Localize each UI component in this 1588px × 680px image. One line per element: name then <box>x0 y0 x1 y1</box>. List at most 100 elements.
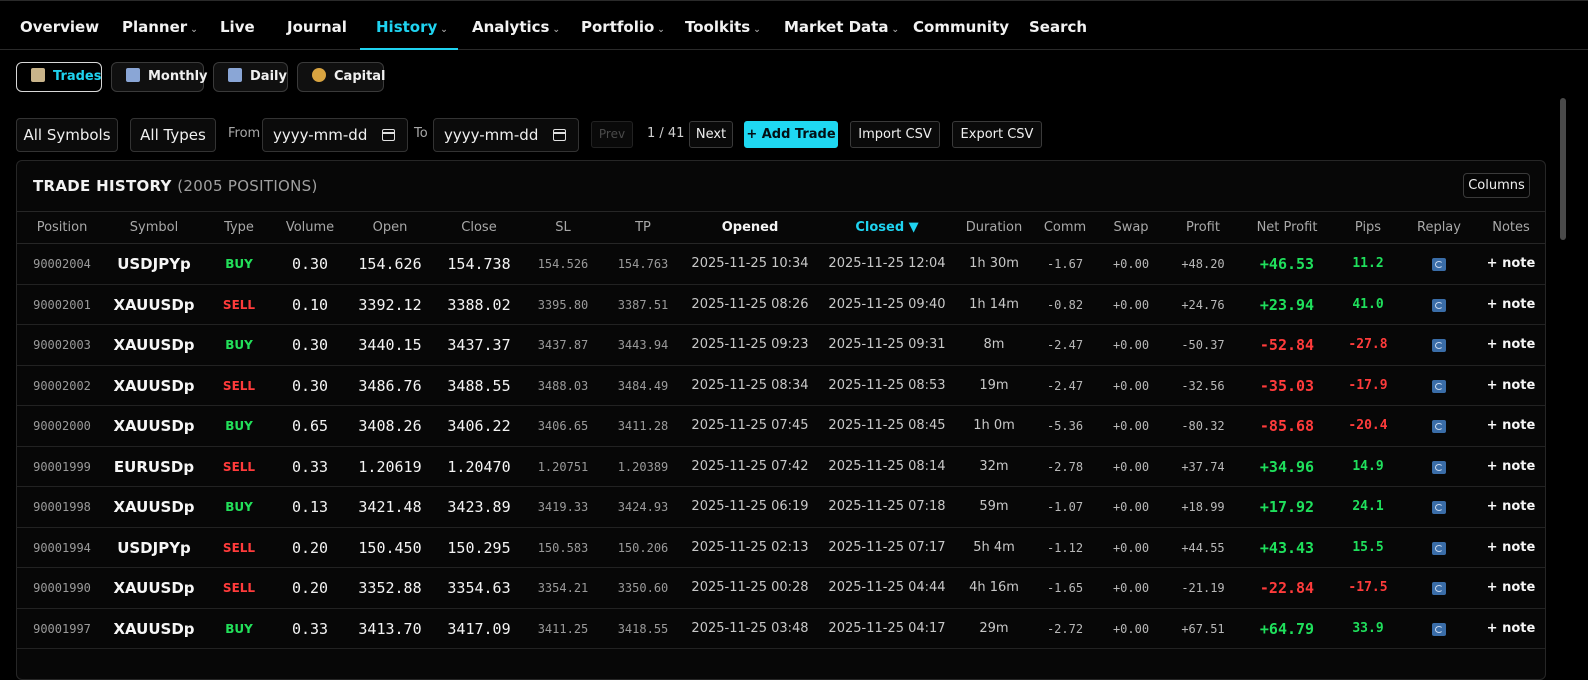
to-date-input[interactable]: yyyy-mm-dd <box>433 118 579 152</box>
add-note-button[interactable]: + note <box>1475 487 1545 527</box>
nav-market-data[interactable]: Market Data ⌄ <box>784 1 899 50</box>
header-net-profit[interactable]: Net Profit <box>1241 212 1333 244</box>
replay-icon[interactable] <box>1432 339 1446 352</box>
header-swap[interactable]: Swap <box>1097 212 1165 244</box>
sl-cell: 3437.87 <box>537 338 589 352</box>
header-symbol[interactable]: Symbol <box>107 212 201 244</box>
net-profit-cell: -22.84 <box>1259 579 1315 597</box>
replay-icon[interactable] <box>1432 582 1446 595</box>
subtab-daily[interactable]: Daily <box>213 62 288 92</box>
opened-cell: 2025-11-25 08:34 <box>691 377 809 393</box>
subtab-monthly[interactable]: Monthly <box>111 62 208 92</box>
header-type[interactable]: Type <box>201 212 277 244</box>
table-row[interactable]: 90002002 XAUUSDp SELL 0.30 3486.76 3488.55 348… <box>17 366 1545 406</box>
replay-icon[interactable] <box>1432 622 1446 636</box>
add-note-button[interactable]: + note <box>1475 244 1545 284</box>
duration-cell: 1h 30m <box>969 256 1019 271</box>
replay-icon[interactable] <box>1432 379 1446 393</box>
nav-journal[interactable]: Journal <box>287 1 347 50</box>
subtab-trades[interactable]: Trades <box>16 62 102 92</box>
opened-cell: 2025-11-25 10:34 <box>691 256 809 271</box>
open-price-cell: 154.626 <box>358 255 422 273</box>
add-note-button[interactable]: + note <box>1475 366 1545 406</box>
symbol-filter[interactable]: All Symbols <box>16 118 118 152</box>
open-price-cell: 3440.15 <box>358 336 422 354</box>
nav-toolkits[interactable]: Toolkits ⌄ <box>685 1 761 50</box>
table-row[interactable]: 90002004 USDJPYp BUY 0.30 154.626 154.738 154.… <box>17 244 1545 285</box>
closed-cell: 2025-11-25 08:14 <box>828 458 946 474</box>
add-note-button[interactable]: + note <box>1475 285 1545 325</box>
replay-icon[interactable] <box>1432 298 1446 312</box>
replay-cell <box>1403 447 1475 487</box>
export-csv-button[interactable]: Export CSV <box>952 121 1042 148</box>
header-position[interactable]: Position <box>17 212 107 244</box>
type-filter[interactable]: All Types <box>130 118 216 152</box>
replay-cell <box>1403 244 1475 284</box>
header-duration[interactable]: Duration <box>955 212 1033 244</box>
header-comm[interactable]: Comm <box>1033 212 1097 244</box>
comm-cell: -1.12 <box>1046 540 1084 555</box>
header-tp[interactable]: TP <box>605 212 681 244</box>
header-opened[interactable]: Opened <box>681 212 819 244</box>
replay-icon[interactable] <box>1432 501 1446 514</box>
columns-button[interactable]: Columns <box>1463 173 1530 198</box>
table-row[interactable]: 90001994 USDJPYp SELL 0.20 150.450 150.295 150… <box>17 528 1545 568</box>
add-note-button[interactable]: + note <box>1475 528 1545 568</box>
calendar-icon[interactable] <box>382 129 395 141</box>
duration-cell: 1h 0m <box>973 418 1015 433</box>
nav-portfolio[interactable]: Portfolio ⌄ <box>581 1 665 50</box>
prev-page-button[interactable]: Prev <box>591 121 633 148</box>
nav-search[interactable]: Search <box>1029 1 1087 50</box>
add-note-button[interactable]: + note <box>1475 568 1545 608</box>
calendar-icon <box>126 68 140 82</box>
add-note-button[interactable]: + note <box>1475 609 1545 649</box>
type-cell: SELL <box>222 378 256 393</box>
replay-icon[interactable] <box>1432 460 1446 474</box>
nav-overview[interactable]: Overview <box>20 1 99 50</box>
replay-icon[interactable] <box>1432 258 1446 271</box>
profit-cell: +67.51 <box>1181 621 1225 636</box>
chevron-down-icon: ⌄ <box>190 25 198 35</box>
position-count: (2005 POSITIONS) <box>177 177 318 195</box>
nav-analytics[interactable]: Analytics ⌄ <box>472 1 560 50</box>
add-note-button[interactable]: + note <box>1475 325 1545 365</box>
nav-history[interactable]: History ⌄ <box>376 1 448 50</box>
header-close[interactable]: Close <box>437 212 521 244</box>
net-profit-cell: +43.43 <box>1259 538 1315 557</box>
import-csv-button[interactable]: Import CSV <box>850 121 940 148</box>
nav-live[interactable]: Live <box>220 1 255 50</box>
swap-cell: +0.00 <box>1112 540 1150 555</box>
nav-planner[interactable]: Planner ⌄ <box>122 1 198 50</box>
duration-cell: 59m <box>979 499 1009 514</box>
add-trade-button[interactable]: + Add Trade <box>744 121 838 148</box>
header-profit[interactable]: Profit <box>1165 212 1241 244</box>
header-sl[interactable]: SL <box>521 212 605 244</box>
from-date-input[interactable]: yyyy-mm-dd <box>262 118 408 152</box>
table-row[interactable]: 90001990 XAUUSDp SELL 0.20 3352.88 3354.63 335… <box>17 568 1545 609</box>
header-notes[interactable]: Notes <box>1475 212 1545 244</box>
comm-cell: -2.47 <box>1046 338 1084 352</box>
table-row[interactable]: 90002001 XAUUSDp SELL 0.10 3392.12 3388.02 339… <box>17 285 1545 325</box>
calendar-icon[interactable] <box>553 129 566 141</box>
replay-icon[interactable] <box>1432 420 1446 433</box>
page-scrollbar[interactable] <box>1560 98 1566 240</box>
table-row[interactable]: 90001998 XAUUSDp BUY 0.13 3421.48 3423.89 3419… <box>17 487 1545 528</box>
nav-community[interactable]: Community <box>913 1 1009 50</box>
header-pips[interactable]: Pips <box>1333 212 1403 244</box>
header-replay[interactable]: Replay <box>1403 212 1475 244</box>
header-closed-sorted[interactable]: Closed ▼ <box>819 212 955 244</box>
table-row[interactable]: 90001999 EURUSDp SELL 0.33 1.20619 1.20470 1.2… <box>17 447 1545 487</box>
table-row[interactable]: 90001997 XAUUSDp BUY 0.33 3413.70 3417.09 3411… <box>17 609 1545 649</box>
add-note-button[interactable]: + note <box>1475 447 1545 487</box>
replay-icon[interactable] <box>1432 541 1446 555</box>
opened-cell: 2025-11-25 06:19 <box>691 499 809 514</box>
duration-cell: 1h 14m <box>969 296 1019 312</box>
top-nav: Overview Planner ⌄ Live Journal History ⌄ … <box>0 0 1588 50</box>
subtab-capital[interactable]: Capital <box>297 62 386 92</box>
header-volume[interactable]: Volume <box>277 212 343 244</box>
next-page-button[interactable]: Next <box>689 121 733 148</box>
header-open[interactable]: Open <box>343 212 437 244</box>
table-row[interactable]: 90002003 XAUUSDp BUY 0.30 3440.15 3437.37 3437… <box>17 325 1545 366</box>
table-row[interactable]: 90002000 XAUUSDp BUY 0.65 3408.26 3406.22 3406… <box>17 406 1545 447</box>
add-note-button[interactable]: + note <box>1475 406 1545 446</box>
